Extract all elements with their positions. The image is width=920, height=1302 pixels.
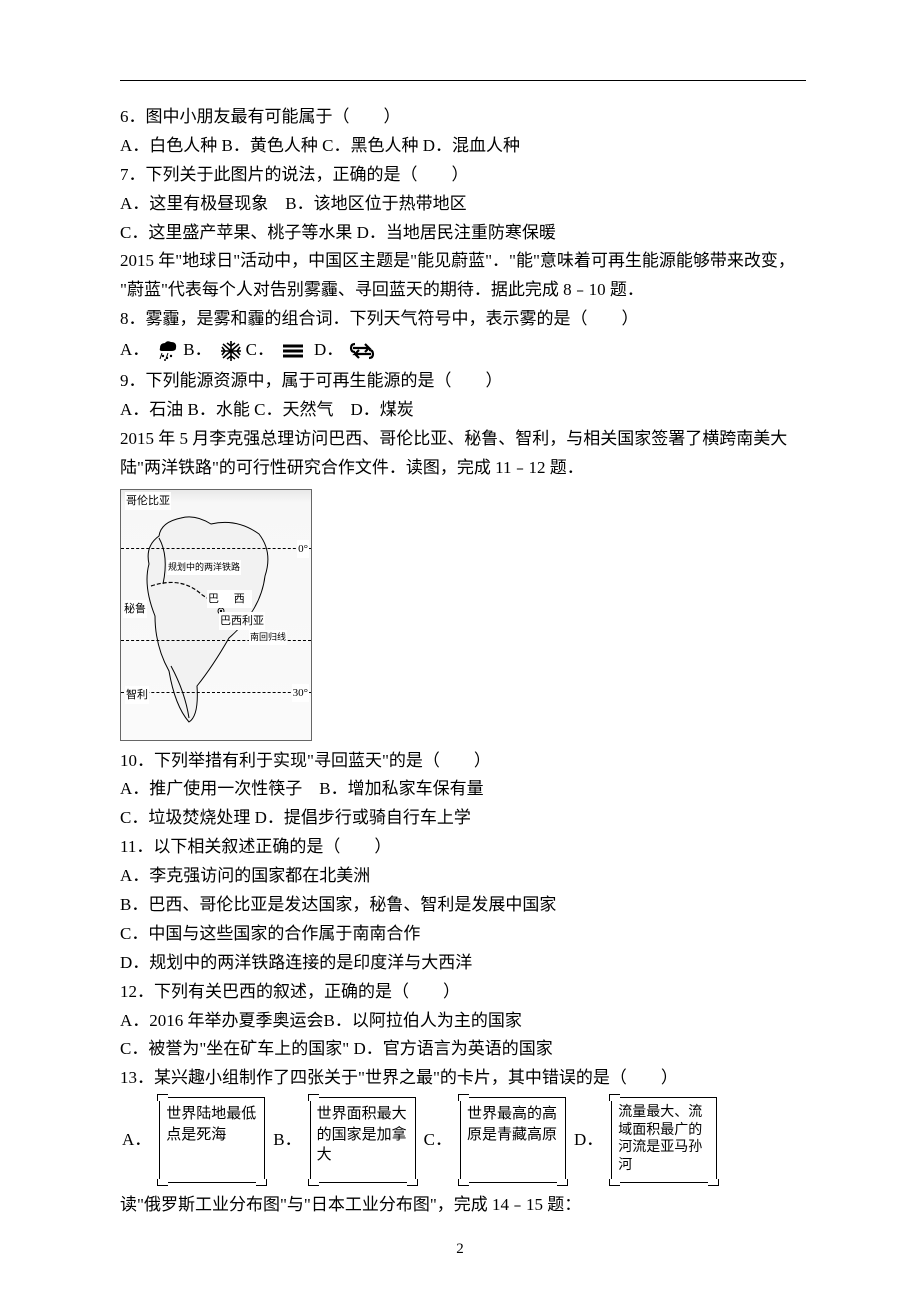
q13-label-d: D． (572, 1126, 605, 1155)
q12-stem: 12．下列有关巴西的叙述，正确的是（ ） (120, 978, 806, 1007)
q8-label-a: A． (120, 336, 153, 365)
weather-hail-icon (155, 339, 181, 363)
q8-stem: 8．雾霾，是雾和霾的组合词．下列天气符号中，表示雾的是（ ） (120, 305, 806, 334)
q6-options: A．白色人种 B．黄色人种 C．黑色人种 D．混血人种 (120, 132, 806, 161)
weather-sandstorm-icon (349, 339, 375, 363)
q12-options-ab: A．2016 年举办夏季奥运会B．以阿拉伯人为主的国家 (120, 1007, 806, 1036)
q7-options-ab: A．这里有极昼现象 B．该地区位于热带地区 (120, 190, 806, 219)
q6-stem: 6．图中小朋友最有可能属于（ ） (120, 103, 806, 132)
q11-option-b: B．巴西、哥伦比亚是发达国家，秘鲁、智利是发展中国家 (120, 891, 806, 920)
q12-options-cd: C．被誉为"坐在矿车上的国家" D．官方语言为英语的国家 (120, 1035, 806, 1064)
q9-options: A．石油 B．水能 C．天然气 D．煤炭 (120, 396, 806, 425)
q8-options-row: A． B． C． (120, 336, 806, 365)
q13-label-a: A． (120, 1126, 153, 1155)
q7-options-cd: C．这里盛产苹果、桃子等水果 D．当地居民注重防寒保暖 (120, 219, 806, 248)
map-label-colombia: 哥伦比亚 (125, 492, 171, 511)
intro-11-12-l2: 陆"两洋铁路"的可行性研究合作文件．读图，完成 11﹣12 题． (120, 454, 806, 483)
map-label-peru: 秘鲁 (123, 600, 147, 619)
q8-label-d: D． (308, 336, 347, 365)
intro-8-10-l1: 2015 年"地球日"活动中，中国区主题是"能见蔚蓝"．"能"意味着可再生能源能… (120, 247, 806, 276)
q10-options-ab: A．推广使用一次性筷子 B．增加私家车保有量 (120, 775, 806, 804)
card-c: 世界最高的高原是青藏高原 (460, 1097, 566, 1183)
map-label-brazil: 巴 西 (207, 590, 252, 609)
q11-option-c: C．中国与这些国家的合作属于南南合作 (120, 920, 806, 949)
intro-8-10-l2: "蔚蓝"代表每个人对告别雾霾、寻回蓝天的期待．据此完成 8﹣10 题． (120, 276, 806, 305)
top-rule (120, 80, 806, 81)
map-label-chile: 智利 (125, 686, 149, 705)
card-d-text: 流量最大、流域面积最广的河流是亚马孙河 (618, 1105, 702, 1173)
intro-14-15: 读"俄罗斯工业分布图"与"日本工业分布图"，完成 14﹣15 题： (120, 1191, 806, 1220)
south-america-map: 哥伦比亚 秘鲁 智利 巴 西 巴西利亚 规划中的两洋铁路 0° 南回归线 30° (120, 489, 312, 741)
q11-stem: 11．以下相关叙述正确的是（ ） (120, 833, 806, 862)
page-number: 2 (0, 1237, 920, 1263)
map-label-tropic-s: 南回归线 (249, 630, 287, 645)
card-b-text: 世界面积最大的国家是加拿大 (317, 1106, 407, 1163)
q11-option-d: D．规划中的两洋铁路连接的是印度洋与大西洋 (120, 949, 806, 978)
q11-option-a: A．李克强访问的国家都在北美洲 (120, 862, 806, 891)
map-label-0deg: 0° (297, 540, 309, 559)
card-c-text: 世界最高的高原是青藏高原 (467, 1106, 557, 1142)
equator-line (121, 548, 311, 549)
card-b: 世界面积最大的国家是加拿大 (310, 1097, 416, 1183)
weather-snow-icon (218, 339, 244, 363)
q10-options-cd: C．垃圾焚烧处理 D．提倡步行或骑自行车上学 (120, 804, 806, 833)
q13-stem: 13．某兴趣小组制作了四张关于"世界之最"的卡片，其中错误的是（ ） (120, 1064, 806, 1093)
weather-fog-icon (280, 339, 306, 363)
q7-stem: 7．下列关于此图片的说法，正确的是（ ） (120, 161, 806, 190)
q13-cards-row: A． 世界陆地最低点是死海 B． 世界面积最大的国家是加拿大 C． 世界最高的高… (120, 1097, 806, 1183)
map-label-brasilia: 巴西利亚 (219, 612, 265, 631)
intro-11-12-l1: 2015 年 5 月李克强总理访问巴西、哥伦比亚、秘鲁、智利，与相关国家签署了横… (120, 425, 806, 454)
lat30s-line (121, 692, 311, 693)
card-a-text: 世界陆地最低点是死海 (166, 1106, 256, 1142)
q10-stem: 10．下列举措有利于实现"寻回蓝天"的是（ ） (120, 747, 806, 776)
q9-stem: 9．下列能源资源中，属于可再生能源的是（ ） (120, 367, 806, 396)
q13-label-c: C． (422, 1126, 454, 1155)
q8-label-c: C． (246, 336, 278, 365)
card-d: 流量最大、流域面积最广的河流是亚马孙河 (611, 1097, 717, 1183)
map-label-30deg: 30° (292, 684, 309, 703)
q13-label-b: B． (271, 1126, 303, 1155)
document-page: 6．图中小朋友最有可能属于（ ） A．白色人种 B．黄色人种 C．黑色人种 D．… (0, 0, 920, 1302)
map-label-railway: 规划中的两洋铁路 (167, 560, 241, 575)
q8-label-b: B． (183, 336, 215, 365)
card-a: 世界陆地最低点是死海 (159, 1097, 265, 1183)
